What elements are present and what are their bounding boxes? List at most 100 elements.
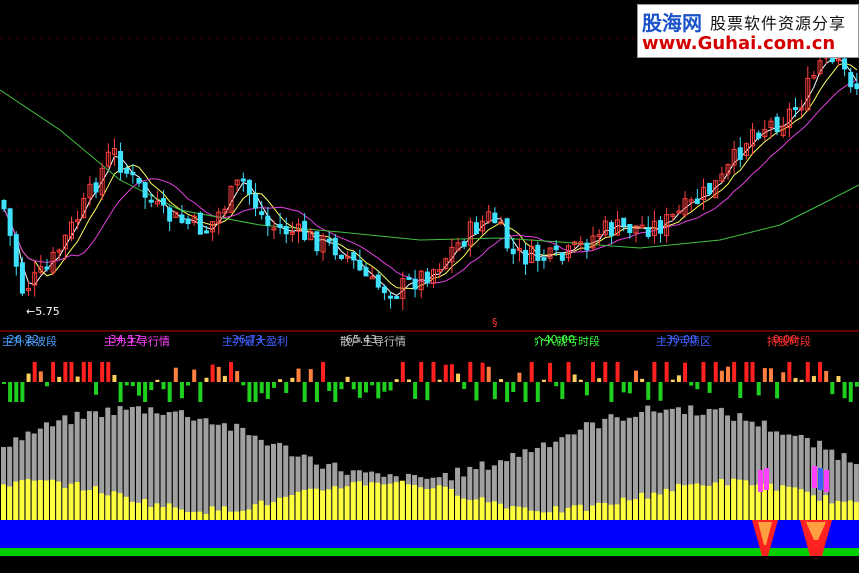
histogram-bar [621,382,626,393]
ma-mid-line [3,62,858,290]
candle-body [523,249,529,265]
retail-bar [590,422,596,520]
main-force-bar [516,506,522,520]
retail-bar [172,411,178,520]
main-force-bar [436,485,442,520]
legend-item-3: 散户主导行情:65.43 [340,333,406,348]
main-force-bar [798,489,804,520]
main-force-bar [626,500,632,520]
main-force-bar [547,512,553,520]
histogram-bar [750,362,755,382]
candle-body [332,237,338,256]
price-grid-lines [0,37,859,263]
main-force-bar [264,505,270,520]
main-force-bar [485,502,491,520]
retail-bar [209,424,215,520]
legend-item-0: 主升浪波段:26.22 [2,333,57,348]
histogram-bar [554,382,559,387]
candle-body [197,212,203,235]
main-force-bar [688,484,694,520]
main-force-bar [270,502,276,520]
retail-bar [583,422,589,520]
main-force-bar [215,510,221,520]
retail-bar [528,452,534,520]
watermark-slogan: 股票软件资源分享 [710,14,847,33]
main-force-bar [620,497,626,520]
candle-body [473,222,479,235]
histogram-bar [327,382,332,391]
histogram-bar [431,362,436,382]
histogram-bar [842,382,847,399]
histogram-bar [20,382,25,402]
histogram-bar [683,362,688,382]
main-force-bar [154,503,160,520]
histogram-bar [615,362,620,382]
main-force-bar [326,489,332,520]
histogram-bar [222,375,227,382]
main-force-bar [657,494,663,520]
histogram-bar [529,362,534,382]
histogram-bar [732,362,737,382]
histogram-bar [492,382,497,400]
main-force-bar [93,486,99,520]
main-force-bar [209,506,215,520]
candle-body [461,241,467,247]
candle-body [357,259,363,271]
main-force-bar [37,480,43,520]
histogram-bar [486,366,491,382]
main-force-bar [614,504,620,520]
main-force-bar [497,503,503,520]
histogram-bar [32,362,37,382]
candle-body [388,295,394,299]
main-force-bar [810,495,816,520]
histogram-bar [100,362,105,382]
retail-bar [191,420,197,520]
main-force-bar [823,495,829,520]
main-force-bar [565,507,571,520]
spike-bar [764,468,769,490]
histogram-bar [597,378,602,382]
signal-marker: § [492,316,498,329]
retail-bar [148,407,154,520]
main-force-bar [608,504,614,520]
histogram-bar [848,382,853,402]
main-force-bar [479,497,485,520]
histogram-bar [14,382,19,402]
histogram-bar [400,362,405,382]
main-force-bar [313,488,319,520]
histogram-bar [799,379,804,382]
histogram-bar [216,366,221,382]
main-force-bar [725,485,731,520]
main-force-bar [792,487,798,520]
main-force-bar [731,478,737,520]
main-force-bar [356,481,362,520]
candle-body [93,182,99,193]
candle-body [302,220,308,240]
histogram-bar [26,373,31,382]
main-force-bar [56,481,62,520]
histogram-bar [394,379,399,382]
histogram-bar [633,370,638,382]
histogram-bar [339,382,344,390]
main-force-bar [455,495,461,520]
histogram-bar [560,382,565,399]
candle-body [627,223,633,234]
spike-bar [812,466,817,488]
stock-chart[interactable] [0,0,859,573]
main-force-bar [80,490,86,520]
retail-bar [534,447,540,520]
main-force-bar [307,488,313,520]
candle-body [44,266,50,270]
histogram-bar [419,362,424,382]
candle-body [793,107,799,111]
main-force-bar [142,499,148,520]
main-force-bar [577,504,583,520]
histogram-bar [186,382,191,386]
main-force-bar [399,480,405,520]
main-force-bar [596,502,602,520]
histogram-bar [81,362,86,382]
histogram-bar [572,374,577,382]
histogram-bar [480,362,485,382]
main-force-bar [252,504,258,520]
histogram-bar [241,382,246,386]
